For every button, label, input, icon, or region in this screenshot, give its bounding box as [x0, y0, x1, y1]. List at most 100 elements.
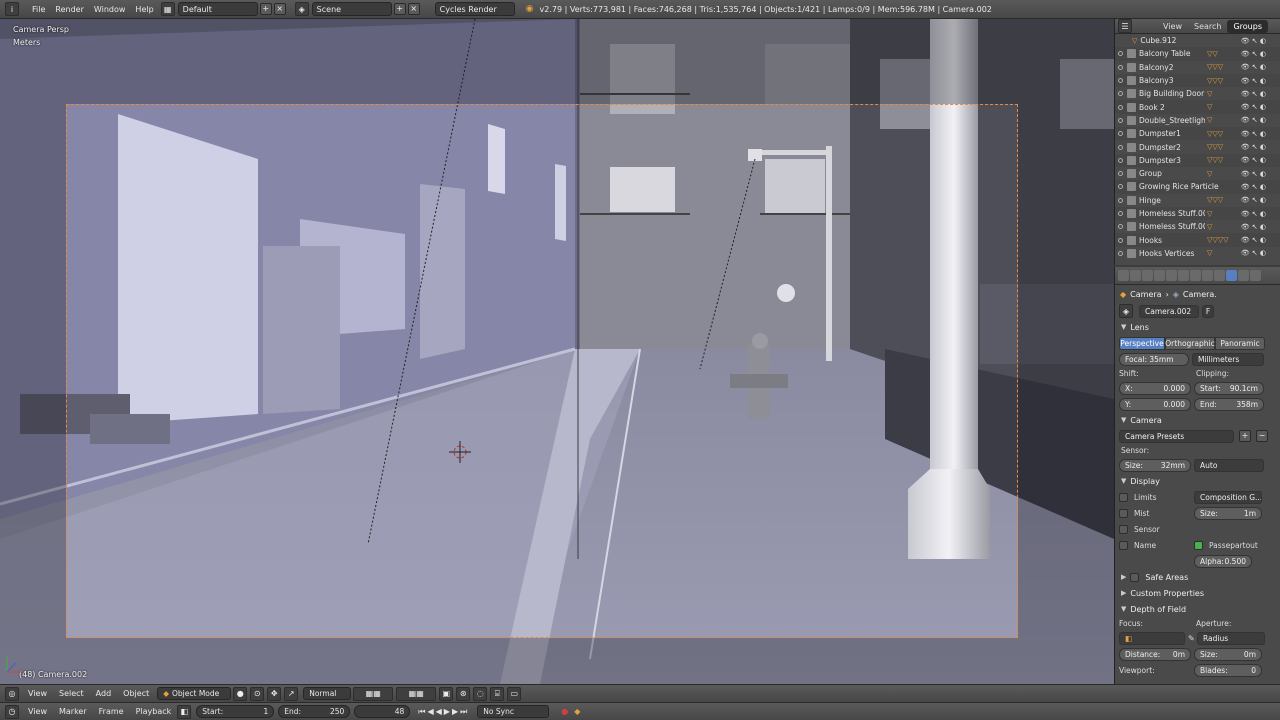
remove-layout-button[interactable]: ×: [273, 3, 286, 15]
passepartout-checkbox[interactable]: Passepartout: [1194, 540, 1258, 550]
shading-icon[interactable]: ●: [233, 686, 248, 701]
sensor-fit-dropdown[interactable]: Auto: [1194, 458, 1264, 472]
translate-icon[interactable]: ↗: [284, 686, 299, 701]
render-engine-dropdown[interactable]: Cycles Render: [434, 2, 515, 16]
name-checkbox[interactable]: Name: [1119, 540, 1191, 550]
custom-properties-panel-header[interactable]: ▶ Custom Properties: [1115, 585, 1280, 601]
blades-field[interactable]: Blades: 0: [1194, 663, 1262, 677]
outliner-row[interactable]: Double_Streetlight ▽ 👁 ↖ ◐: [1115, 114, 1280, 127]
proportional-icon[interactable]: ◌: [473, 686, 488, 701]
visibility-icons[interactable]: 👁 ↖ ◐: [1241, 103, 1266, 111]
menu-render[interactable]: Render: [50, 0, 88, 19]
mode-dropdown[interactable]: ◆ Object Mode: [157, 687, 232, 700]
visibility-icons[interactable]: 👁 ↖ ◐: [1241, 183, 1266, 191]
world-tab-icon[interactable]: [1154, 270, 1165, 281]
modifiers-tab-icon[interactable]: [1190, 270, 1201, 281]
render-preview-icon[interactable]: ▣: [439, 686, 454, 701]
visibility-icons[interactable]: 👁 ↖ ◐: [1241, 156, 1266, 164]
outliner-row[interactable]: Big Building Door ▽ 👁 ↖ ◐: [1115, 87, 1280, 100]
add-preset-button[interactable]: +: [1239, 430, 1251, 442]
panoramic-button[interactable]: Panoramic: [1215, 336, 1265, 350]
composition-guides-dropdown[interactable]: Composition G...: [1194, 490, 1262, 504]
add-menu[interactable]: Add: [90, 689, 118, 698]
select-menu[interactable]: Select: [53, 689, 90, 698]
outliner-row[interactable]: Homeless Stuff.001▽👁 ↖ ◐: [1115, 206, 1280, 221]
outliner-row[interactable]: Homeless Stuff.002▽👁 ↖ ◐: [1115, 220, 1280, 233]
outliner-row[interactable]: ▽ Cube.912 👁 ↖ ◐: [1115, 34, 1280, 47]
focal-length-field[interactable]: Focal: 35mm: [1119, 352, 1189, 366]
constraints-tab-icon[interactable]: [1178, 270, 1189, 281]
outliner-tab-groups[interactable]: Groups: [1227, 19, 1268, 33]
pivot-icon[interactable]: ⊙: [250, 686, 265, 701]
eyedropper-icon[interactable]: ✎: [1188, 634, 1195, 643]
outliner-row[interactable]: Dumpster3 ▽▽▽ 👁 ↖ ◐: [1115, 153, 1280, 167]
clip-start-field[interactable]: Start: 90.1cm: [1194, 381, 1264, 395]
visibility-icons[interactable]: 👁 ↖ ◐: [1241, 90, 1266, 98]
scene-tab-icon[interactable]: [1142, 270, 1153, 281]
visibility-icons[interactable]: 👁 ↖ ◐: [1241, 116, 1266, 124]
outliner-tab-view[interactable]: View: [1157, 20, 1188, 33]
visibility-icons[interactable]: 👁 ↖ ◐: [1241, 130, 1266, 138]
passepartout-alpha-field[interactable]: Alpha: 0.500: [1194, 554, 1252, 568]
menu-file[interactable]: File: [27, 0, 50, 19]
display-panel-header[interactable]: ▼ Display: [1115, 473, 1280, 489]
visibility-icons[interactable]: 👁 ↖ ◐: [1241, 210, 1266, 218]
playback-menu[interactable]: Playback: [130, 707, 178, 716]
menu-help[interactable]: Help: [130, 0, 158, 19]
mist-checkbox[interactable]: Mist: [1119, 508, 1191, 518]
3d-viewport[interactable]: Camera Persp Meters (48) Camera.002: [0, 19, 1114, 684]
visibility-icons[interactable]: 👁 ↖ ◐: [1241, 37, 1266, 45]
display-size-field[interactable]: Size: 1m: [1194, 506, 1262, 520]
camera-datablock-field[interactable]: Camera.002: [1139, 304, 1199, 318]
object-tab-icon[interactable]: [1166, 270, 1177, 281]
visibility-icons[interactable]: 👁 ↖ ◐: [1241, 249, 1266, 257]
outliner-row[interactable]: Balcony2 ▽▽▽ 👁 ↖ ◐: [1115, 61, 1280, 74]
outliner-row[interactable]: Book 2 ▽ 👁 ↖ ◐: [1115, 100, 1280, 114]
frame-menu[interactable]: Frame: [93, 707, 130, 716]
visibility-icons[interactable]: 👁 ↖ ◐: [1241, 170, 1266, 178]
shift-x-field[interactable]: X: 0.000: [1119, 381, 1191, 395]
camera-data-tab-icon[interactable]: [1226, 270, 1237, 281]
aperture-size-field[interactable]: Size: 0m: [1194, 647, 1262, 661]
end-frame-field[interactable]: End: 250: [278, 705, 351, 718]
visibility-icons[interactable]: 👁 ↖ ◐: [1241, 50, 1266, 58]
aperture-type-dropdown[interactable]: Radius: [1197, 631, 1265, 645]
record-icon[interactable]: ●: [561, 707, 568, 716]
preview-range-icon[interactable]: ◧: [177, 704, 192, 719]
playback-controls-icon[interactable]: ⏮◀◀▶▶⏭: [418, 707, 469, 717]
visibility-icons[interactable]: 👁 ↖ ◐: [1241, 77, 1266, 85]
screen-layout-icon[interactable]: ▦: [160, 2, 175, 16]
view-menu[interactable]: View: [22, 689, 53, 698]
sensor-checkbox[interactable]: Sensor: [1119, 524, 1191, 534]
focus-distance-field[interactable]: Distance: 0m: [1119, 647, 1191, 661]
particles-tab-icon[interactable]: [1250, 270, 1261, 281]
orientation-dropdown[interactable]: Normal: [303, 687, 352, 700]
orthographic-button[interactable]: Orthographic: [1165, 336, 1215, 350]
focus-object-field[interactable]: ◧: [1119, 631, 1185, 645]
3d-view-editor-icon[interactable]: ◎: [5, 686, 19, 701]
object-menu[interactable]: Object: [117, 689, 155, 698]
outliner-row[interactable]: Balcony Table ▽▽ 👁 ↖ ◐: [1115, 47, 1280, 61]
scene-field[interactable]: Scene: [311, 2, 392, 16]
outliner-row[interactable]: Group ▽ 👁 ↖ ◐: [1115, 167, 1280, 180]
manipulator-icon[interactable]: ✥: [267, 686, 282, 701]
dof-panel-header[interactable]: ▼ Depth of Field: [1115, 601, 1280, 617]
outliner-row[interactable]: Hinge ▽▽▽ 👁 ↖ ◐: [1115, 194, 1280, 207]
outliner-row[interactable]: Growing Rice Particles 👁 ↖ ◐: [1115, 180, 1280, 194]
current-frame-field[interactable]: 48: [354, 705, 411, 718]
safe-areas-checkbox[interactable]: [1130, 572, 1140, 582]
outliner-row[interactable]: Balcony3 ▽▽▽ 👁 ↖ ◐: [1115, 73, 1280, 88]
marker-menu[interactable]: Marker: [53, 707, 93, 716]
outliner-row[interactable]: Hooks ▽▽▽▽ 👁 ↖ ◐: [1115, 233, 1280, 247]
visibility-icons[interactable]: 👁 ↖ ◐: [1241, 63, 1266, 71]
layers2-icon[interactable]: ▦▦: [396, 686, 437, 701]
render-tab-icon[interactable]: [1118, 270, 1129, 281]
sensor-size-field[interactable]: Size: 32mm: [1119, 458, 1191, 472]
camera-presets-dropdown[interactable]: Camera Presets: [1119, 429, 1234, 443]
lens-unit-dropdown[interactable]: Millimeters: [1192, 352, 1264, 366]
sync-dropdown[interactable]: No Sync: [477, 705, 550, 718]
timeline-view-menu[interactable]: View: [22, 707, 53, 716]
data-tab-icon[interactable]: [1202, 270, 1213, 281]
snap-icon[interactable]: ⊛: [456, 686, 471, 701]
visibility-icons[interactable]: 👁 ↖ ◐: [1241, 196, 1266, 204]
